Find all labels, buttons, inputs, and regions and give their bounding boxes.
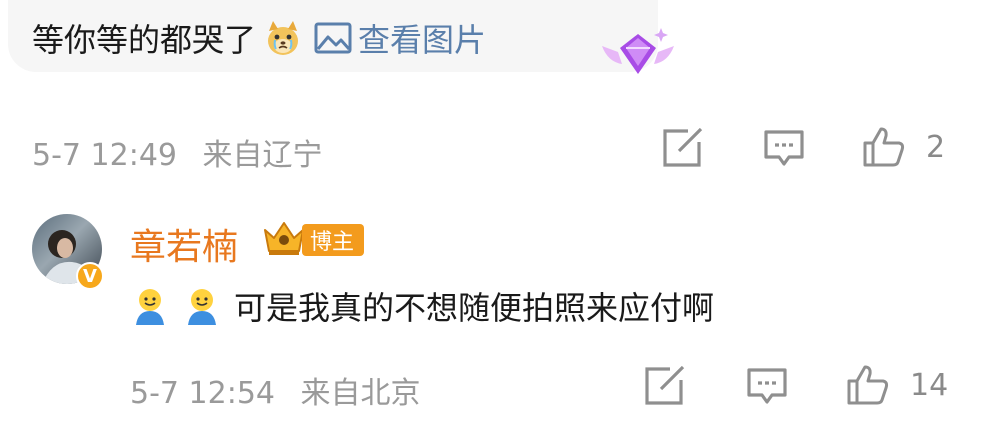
crown-icon	[264, 222, 304, 255]
comment-2-like-count: 14	[910, 368, 949, 403]
purple-gem-badge-icon[interactable]	[598, 22, 678, 86]
comment-icon[interactable]	[746, 367, 788, 405]
comment-1-content: 等你等的都哭了 查看图片	[32, 14, 486, 62]
verified-badge-icon: V	[76, 262, 104, 290]
view-image-label: 查看图片	[358, 21, 487, 59]
like-icon[interactable]	[862, 126, 906, 168]
comment-2-location: 来自北京	[300, 376, 421, 411]
view-image-link[interactable]: 查看图片	[314, 15, 486, 61]
comment-2-meta: 5-7 12:54 来自北京	[130, 368, 421, 412]
smiling-person-emoji-icon	[188, 289, 216, 325]
comment-1-location: 来自辽宁	[202, 138, 323, 173]
blogger-tag-label: 博主	[310, 230, 355, 255]
comment-2-text: 可是我真的不想随便拍照来应付啊	[234, 289, 715, 327]
comment-icon[interactable]	[763, 129, 805, 167]
username[interactable]: 章若楠	[130, 218, 238, 270]
blogger-tag: 博主	[302, 224, 365, 256]
crying-dog-emoji-icon	[268, 21, 299, 55]
share-icon[interactable]	[662, 128, 704, 168]
like-icon[interactable]	[846, 364, 890, 406]
comment-1-meta: 5-7 12:49 来自辽宁	[32, 130, 323, 174]
comment-1-text: 等你等的都哭了	[32, 21, 257, 59]
smiling-person-emoji-icon	[136, 289, 164, 325]
comment-1-like-count: 2	[926, 130, 946, 165]
comment-2-content: 可是我真的不想随便拍照来应付啊	[130, 282, 714, 330]
picture-icon	[314, 22, 352, 54]
comment-2-date: 5-7 12:54	[130, 376, 275, 411]
share-icon[interactable]	[644, 366, 686, 406]
comment-1-date: 5-7 12:49	[32, 138, 177, 173]
